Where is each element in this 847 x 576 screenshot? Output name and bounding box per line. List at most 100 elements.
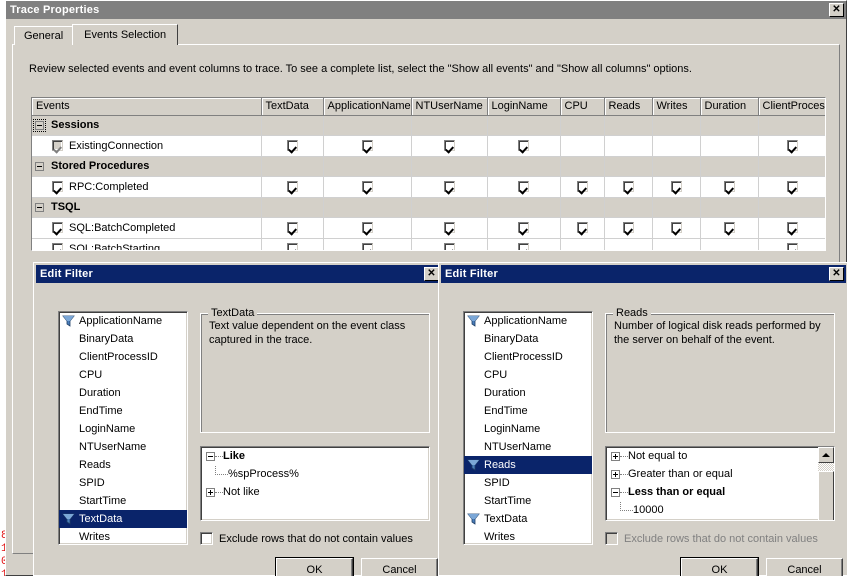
- column-cell[interactable]: [323, 115, 412, 136]
- right-tree-node[interactable]: Greater than or equal: [606, 465, 818, 483]
- table-row[interactable]: ExistingConnection: [32, 135, 825, 157]
- tab-events-selection[interactable]: Events Selection: [72, 24, 179, 45]
- column-cell[interactable]: [758, 176, 825, 198]
- column-cell[interactable]: [487, 217, 561, 239]
- column-cell[interactable]: [652, 197, 701, 218]
- column-cell[interactable]: [487, 135, 561, 157]
- column-cell[interactable]: [560, 217, 605, 239]
- table-row[interactable]: RPC:Completed: [32, 176, 825, 198]
- column-cell[interactable]: [700, 217, 759, 239]
- right-column-list-item[interactable]: ClientProcessID: [464, 348, 592, 366]
- table-row[interactable]: SQL:BatchStarting: [32, 238, 825, 250]
- scrollbar-thumb[interactable]: [818, 471, 834, 520]
- column-cell[interactable]: [652, 217, 701, 239]
- column-cell[interactable]: [261, 156, 324, 177]
- column-cell[interactable]: [604, 115, 653, 136]
- column-cell[interactable]: [700, 238, 759, 250]
- right-tree-node[interactable]: Less than or equal: [606, 483, 818, 501]
- column-cell[interactable]: [487, 156, 561, 177]
- column-checkbox[interactable]: [723, 222, 735, 233]
- column-cell[interactable]: [700, 115, 759, 136]
- column-checkbox[interactable]: [443, 140, 455, 151]
- events-cell[interactable]: TSQL: [32, 197, 262, 218]
- events-grid[interactable]: Events TextData ApplicationName NTUserNa…: [31, 97, 826, 251]
- right-filter-tree[interactable]: Not equal to Greater than or equal Less th…: [605, 446, 835, 521]
- column-checkbox[interactable]: [361, 140, 373, 151]
- left-column-list-item[interactable]: NTUserName: [59, 438, 187, 456]
- event-checkbox[interactable]: [52, 222, 63, 233]
- column-cell[interactable]: [700, 197, 759, 218]
- left-column-list-item[interactable]: SPID: [59, 474, 187, 492]
- right-column-list-item[interactable]: EndTime: [464, 402, 592, 420]
- left-column-list-item[interactable]: StartTime: [59, 492, 187, 510]
- column-cell[interactable]: [323, 176, 412, 198]
- column-cell[interactable]: [323, 217, 412, 239]
- checkbox-icon[interactable]: [200, 532, 213, 545]
- expander-collapse-icon[interactable]: [35, 161, 44, 171]
- column-cell[interactable]: [323, 238, 412, 250]
- column-checkbox[interactable]: [361, 243, 373, 250]
- column-checkbox[interactable]: [518, 140, 529, 151]
- column-cell[interactable]: [700, 135, 759, 157]
- left-exclude-checkbox-row[interactable]: Exclude rows that do not contain values: [200, 532, 413, 545]
- column-checkbox[interactable]: [518, 243, 529, 250]
- column-cell[interactable]: [487, 176, 561, 198]
- left-column-list-item[interactable]: BinaryData: [59, 330, 187, 348]
- column-checkbox[interactable]: [286, 140, 298, 151]
- expander-collapse-icon[interactable]: [35, 202, 44, 212]
- column-cell[interactable]: [758, 217, 825, 239]
- column-checkbox[interactable]: [443, 222, 455, 233]
- scroll-up-button[interactable]: [818, 447, 834, 463]
- column-checkbox[interactable]: [286, 243, 298, 250]
- column-cell[interactable]: [261, 197, 324, 218]
- column-cell[interactable]: [411, 217, 488, 239]
- column-cell[interactable]: [758, 156, 825, 177]
- events-cell[interactable]: SQL:BatchStarting: [32, 238, 262, 250]
- column-cell[interactable]: [487, 238, 561, 250]
- column-cell[interactable]: [411, 238, 488, 250]
- column-cell[interactable]: [604, 176, 653, 198]
- column-cell[interactable]: [411, 176, 488, 198]
- event-checkbox[interactable]: [52, 243, 63, 250]
- column-cell[interactable]: [560, 238, 605, 250]
- right-tree-scrollbar[interactable]: [818, 447, 834, 520]
- column-checkbox[interactable]: [576, 181, 588, 192]
- close-icon[interactable]: ✕: [829, 3, 844, 17]
- column-cell[interactable]: [560, 197, 605, 218]
- column-cell[interactable]: [411, 135, 488, 157]
- column-cell[interactable]: [261, 176, 324, 198]
- right-column-list-item[interactable]: BinaryData: [464, 330, 592, 348]
- column-checkbox[interactable]: [787, 181, 798, 192]
- scrollbar-track[interactable]: [818, 463, 834, 520]
- tree-collapse-icon[interactable]: [206, 451, 215, 461]
- right-column-list-item[interactable]: LoginName: [464, 420, 592, 438]
- left-column-list-item[interactable]: Writes: [59, 528, 187, 544]
- left-column-list-item[interactable]: CPU: [59, 366, 187, 384]
- left-column-list-item[interactable]: LoginName: [59, 420, 187, 438]
- left-tree-node[interactable]: Like: [201, 447, 429, 465]
- column-checkbox[interactable]: [286, 181, 298, 192]
- column-checkbox[interactable]: [361, 181, 373, 192]
- column-checkbox[interactable]: [518, 181, 529, 192]
- column-checkbox[interactable]: [576, 222, 588, 233]
- right-column-list-item[interactable]: TextData: [464, 510, 592, 528]
- column-cell[interactable]: [411, 197, 488, 218]
- right-tree-node[interactable]: 10000: [606, 501, 818, 519]
- column-cell[interactable]: [323, 156, 412, 177]
- column-checkbox[interactable]: [443, 243, 455, 250]
- column-cell[interactable]: [487, 197, 561, 218]
- column-cell[interactable]: [560, 176, 605, 198]
- column-cell[interactable]: [261, 135, 324, 157]
- column-cell[interactable]: [323, 135, 412, 157]
- right-tree-node[interactable]: Not equal to: [606, 447, 818, 465]
- right-column-list-item[interactable]: ApplicationName: [464, 312, 592, 330]
- col-header-events[interactable]: Events: [32, 98, 262, 116]
- events-cell[interactable]: ExistingConnection: [32, 135, 262, 157]
- tree-expand-icon[interactable]: [611, 451, 620, 461]
- column-checkbox[interactable]: [622, 222, 634, 233]
- column-cell[interactable]: [604, 156, 653, 177]
- column-cell[interactable]: [411, 156, 488, 177]
- tree-expand-icon[interactable]: [206, 487, 215, 497]
- tab-general[interactable]: General: [14, 26, 74, 45]
- col-header-cpu[interactable]: CPU: [560, 98, 605, 116]
